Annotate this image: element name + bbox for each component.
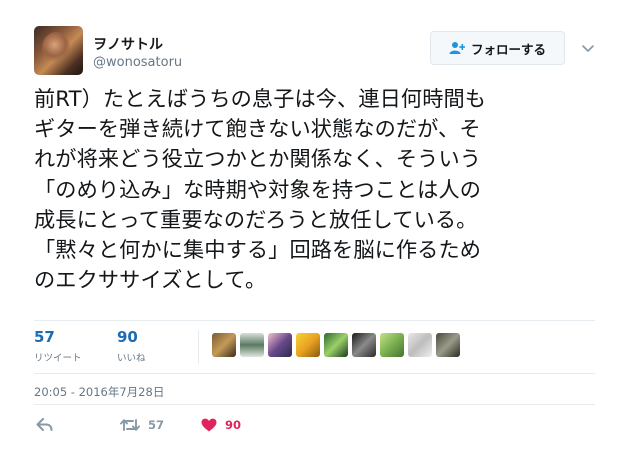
follow-button[interactable]: フォローする [430,31,565,65]
like-button[interactable]: 90 [201,418,241,432]
tweet-line: のエクササイズとして。 [34,267,267,293]
follow-button-label: フォローする [470,41,546,57]
liker-avatar[interactable] [436,333,460,357]
tweet-text: 前RT）たとえばうちの息子は今、連日何時間も ギターを弾き続けて飽きない状態なの… [34,84,604,295]
liker-avatar[interactable] [268,333,292,357]
tweet-line: 「黙々と何かに集中する」回路を脳に作るため [34,236,482,262]
reply-icon [36,418,53,431]
heart-icon [201,418,217,432]
retweet-icon [120,419,140,431]
divider [34,404,595,405]
liker-avatar[interactable] [408,333,432,357]
like-action-count: 90 [225,418,242,432]
like-label[interactable]: いいね [117,350,146,364]
like-count[interactable]: 90 [117,328,138,346]
liker-avatars [212,333,460,357]
liker-avatar[interactable] [324,333,348,357]
tweet-timestamp[interactable]: 20:05 - 2016年7月28日 [34,384,164,400]
retweet-action-count: 57 [148,418,165,432]
liker-avatar[interactable] [212,333,236,357]
retweet-count[interactable]: 57 [34,328,55,346]
retweet-label[interactable]: リツイート [34,350,82,364]
tweet-line: ギターを弾き続けて飽きない状態なのだが、そ [34,116,481,142]
tweet-line: 「のめり込み」な時期や対象を持つことは人の [34,176,482,202]
divider [34,373,595,374]
liker-avatar[interactable] [240,333,264,357]
liker-avatar[interactable] [352,333,376,357]
tweet-line: 成長にとって重要なのだろうと放任している。 [34,206,478,232]
tweet-line: れが将来どう役立つかとか関係なく、そういう [34,146,482,172]
liker-avatar[interactable] [296,333,320,357]
tweet-line: 前RT）たとえばうちの息子は今、連日何時間も [34,86,487,111]
divider [34,320,595,321]
chevron-down-icon[interactable] [580,40,596,56]
liker-avatar[interactable] [380,333,404,357]
retweet-button[interactable]: 57 [120,418,164,432]
reply-button[interactable] [36,418,53,431]
user-handle[interactable]: @wonosatoru [93,55,182,70]
display-name[interactable]: ヲノサトル [93,34,163,54]
avatar[interactable] [34,26,83,75]
stats-separator [198,330,199,364]
person-add-icon [449,42,465,54]
